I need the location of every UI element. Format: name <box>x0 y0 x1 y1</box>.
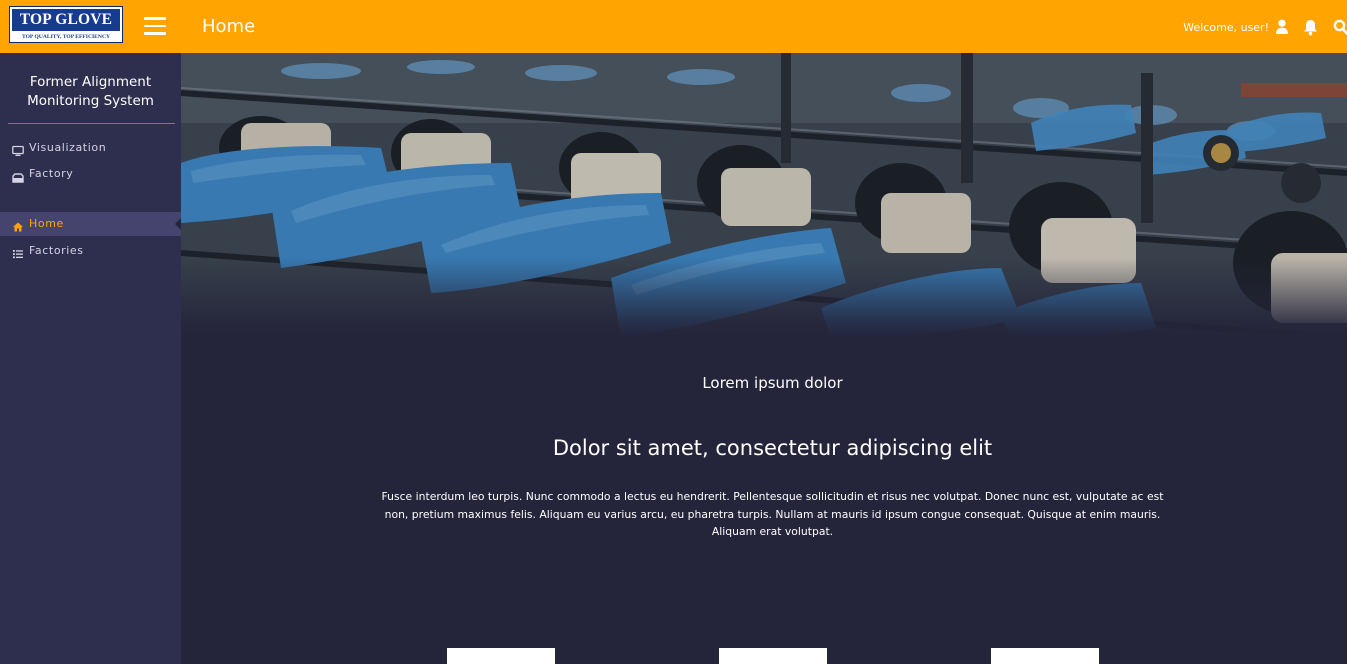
section-headline: Dolor sit amet, consectetur adipiscing e… <box>552 436 993 460</box>
sidebar-item-label: Factory <box>29 167 74 180</box>
section-body: Fusce interdum leo turpis. Nunc commodo … <box>381 490 1164 538</box>
user-icon[interactable] <box>1275 19 1291 37</box>
brand-logo-name: TOP GLOVE <box>12 9 120 31</box>
welcome-text: Welcome, user! <box>1183 21 1269 34</box>
sidebar-app-title-line1: Former Alignment <box>29 74 152 90</box>
sidebar-item-label: Visualization <box>29 141 107 154</box>
feature-card[interactable] <box>447 648 555 664</box>
brand-logo[interactable]: TOP GLOVE TOP QUALITY, TOP EFFICIENCY <box>9 6 123 43</box>
top-bar: TOP GLOVE TOP QUALITY, TOP EFFICIENCY Ho… <box>0 0 1347 53</box>
sidebar-app-title: Former Alignment Monitoring System <box>0 73 181 111</box>
home-icon <box>12 218 24 232</box>
sidebar-divider <box>8 123 175 124</box>
main-content: Lorem ipsum dolor Dolor sit amet, consec… <box>181 338 1347 664</box>
sidebar-item-visualization[interactable]: Visualization <box>0 136 181 160</box>
sidebar: Former Alignment Monitoring System Visua… <box>0 53 181 664</box>
monitor-icon <box>12 142 24 156</box>
sidebar-item-label: Factories <box>29 244 84 257</box>
sidebar-item-label: Home <box>29 217 64 230</box>
bell-icon[interactable] <box>1303 19 1319 37</box>
feature-card[interactable] <box>991 648 1099 664</box>
hero-image <box>181 53 1347 338</box>
menu-icon[interactable] <box>144 15 168 37</box>
hero-fade-overlay <box>181 258 1347 338</box>
sidebar-app-title-line2: Monitoring System <box>27 93 154 109</box>
feature-card[interactable] <box>719 648 827 664</box>
section-eyebrow: Lorem ipsum dolor <box>702 374 843 392</box>
search-icon[interactable] <box>1333 19 1347 37</box>
sidebar-item-home[interactable]: Home <box>0 212 181 236</box>
factory-icon <box>12 168 24 183</box>
sidebar-item-factory[interactable]: Factory <box>0 162 181 186</box>
list-icon <box>12 245 24 259</box>
brand-logo-tagline: TOP QUALITY, TOP EFFICIENCY <box>21 34 111 40</box>
sidebar-item-factories[interactable]: Factories <box>0 239 181 263</box>
page-title: Home <box>202 16 256 37</box>
